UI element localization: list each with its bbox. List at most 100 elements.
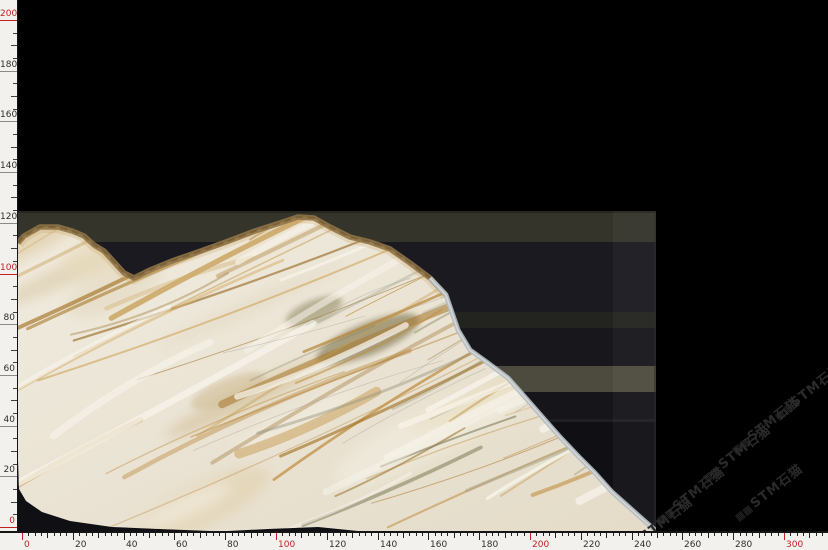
left-ruler-tick xyxy=(0,71,17,72)
bottom-ruler-label: 60 xyxy=(176,540,187,550)
left-ruler-tick xyxy=(11,350,17,351)
bottom-ruler-tick xyxy=(530,533,531,540)
bottom-ruler-tick xyxy=(232,533,233,536)
bottom-ruler-tick xyxy=(816,533,817,536)
left-ruler-label: 120 xyxy=(0,212,15,222)
left-ruler-tick xyxy=(13,235,17,236)
left-ruler-tick xyxy=(11,96,17,97)
watermark: ▦▦STM石猫 xyxy=(697,419,774,485)
left-ruler-tick xyxy=(13,134,17,135)
left-ruler-tick xyxy=(13,33,17,34)
scan-canvas[interactable] xyxy=(18,211,656,532)
bottom-ruler-tick xyxy=(155,533,156,536)
bottom-ruler-tick xyxy=(314,533,315,536)
bottom-ruler-label: 260 xyxy=(684,540,701,550)
bottom-ruler-tick xyxy=(54,533,55,536)
bottom-ruler-tick xyxy=(759,533,760,538)
left-ruler-tick xyxy=(13,489,17,490)
bottom-ruler-tick xyxy=(225,533,226,540)
bottom-ruler-label: 220 xyxy=(583,540,600,550)
left-ruler-tick xyxy=(11,451,17,452)
left-ruler-tick xyxy=(0,375,17,376)
bottom-ruler-tick xyxy=(733,533,734,540)
left-ruler-label: 200 xyxy=(0,9,15,19)
bottom-ruler-tick xyxy=(276,533,277,540)
watermark: ▦▦STM石猫 xyxy=(769,357,828,423)
bottom-ruler-tick xyxy=(397,533,398,536)
bottom-ruler-tick xyxy=(213,533,214,536)
cat-logo-icon: ▦▦ xyxy=(701,464,723,484)
bottom-ruler-tick xyxy=(778,533,779,536)
bottom-ruler-tick xyxy=(359,533,360,536)
bottom-ruler-tick xyxy=(562,533,563,536)
left-ruler-label: 140 xyxy=(0,161,15,171)
bottom-ruler-tick xyxy=(555,533,556,538)
bottom-ruler-label: 280 xyxy=(735,540,752,550)
bottom-ruler-tick xyxy=(460,533,461,536)
left-ruler-tick xyxy=(13,514,17,515)
bottom-ruler-tick xyxy=(206,533,207,536)
bottom-ruler-tick xyxy=(701,533,702,536)
left-ruler-tick xyxy=(13,159,17,160)
bottom-ruler-tick xyxy=(809,533,810,538)
bottom-ruler-tick xyxy=(771,533,772,536)
left-ruler-tick xyxy=(11,147,17,148)
bottom-ruler-tick xyxy=(568,533,569,536)
bottom-ruler-tick xyxy=(746,533,747,536)
bottom-ruler-tick xyxy=(689,533,690,536)
left-ruler-tick xyxy=(13,413,17,414)
bottom-ruler-tick xyxy=(263,533,264,536)
watermark-text: STM石猫 xyxy=(748,462,806,512)
watermark-text: STM石猫 xyxy=(716,423,774,473)
cat-logo-icon: ▦▦ xyxy=(733,503,755,523)
bottom-ruler-tick xyxy=(524,533,525,536)
left-ruler-label: 40 xyxy=(0,415,15,425)
bottom-ruler-tick xyxy=(149,533,150,538)
left-ruler-tick xyxy=(0,527,17,528)
bottom-ruler-tick xyxy=(797,533,798,536)
bottom-ruler-tick xyxy=(574,533,575,536)
bottom-ruler-tick xyxy=(441,533,442,536)
left-ruler-tick xyxy=(13,388,17,389)
bottom-ruler-tick xyxy=(98,533,99,538)
bottom-ruler-tick xyxy=(454,533,455,538)
bottom-ruler-tick xyxy=(670,533,671,536)
left-ruler-tick xyxy=(0,20,17,21)
bottom-ruler-label: 20 xyxy=(75,540,86,550)
bottom-ruler-tick xyxy=(66,533,67,536)
bottom-ruler-tick xyxy=(60,533,61,536)
bottom-ruler-tick xyxy=(486,533,487,536)
bottom-ruler-tick xyxy=(492,533,493,536)
left-ruler: 200180160140120100806040200 xyxy=(0,0,18,550)
bottom-ruler-tick xyxy=(536,533,537,536)
left-ruler-tick xyxy=(11,248,17,249)
bottom-ruler-tick xyxy=(467,533,468,536)
bottom-ruler-tick xyxy=(333,533,334,536)
bottom-ruler-tick xyxy=(543,533,544,536)
bottom-ruler-tick xyxy=(651,533,652,536)
bottom-ruler-tick xyxy=(511,533,512,536)
left-ruler-label: 160 xyxy=(0,110,15,120)
bottom-ruler-tick xyxy=(409,533,410,536)
bottom-ruler-tick xyxy=(346,533,347,536)
bottom-ruler-tick xyxy=(187,533,188,536)
left-ruler-tick xyxy=(0,172,17,173)
bottom-ruler-tick xyxy=(124,533,125,540)
bottom-ruler-tick xyxy=(549,533,550,536)
bottom-ruler-tick xyxy=(28,533,29,536)
left-ruler-tick xyxy=(13,438,17,439)
left-ruler-tick xyxy=(13,286,17,287)
watermark-text: STM石猫 xyxy=(670,465,728,515)
bottom-ruler-tick xyxy=(644,533,645,536)
bottom-ruler-tick xyxy=(282,533,283,536)
left-ruler-label: 100 xyxy=(0,263,15,273)
bottom-ruler-tick xyxy=(682,533,683,540)
bottom-ruler-tick xyxy=(479,533,480,540)
left-ruler-label: 80 xyxy=(0,313,15,323)
bottom-ruler-tick xyxy=(35,533,36,536)
bottom-ruler-tick xyxy=(505,533,506,538)
bottom-ruler-tick xyxy=(740,533,741,536)
bottom-ruler-tick xyxy=(752,533,753,536)
bottom-ruler-label: 240 xyxy=(634,540,651,550)
bottom-ruler-label: 160 xyxy=(430,540,447,550)
